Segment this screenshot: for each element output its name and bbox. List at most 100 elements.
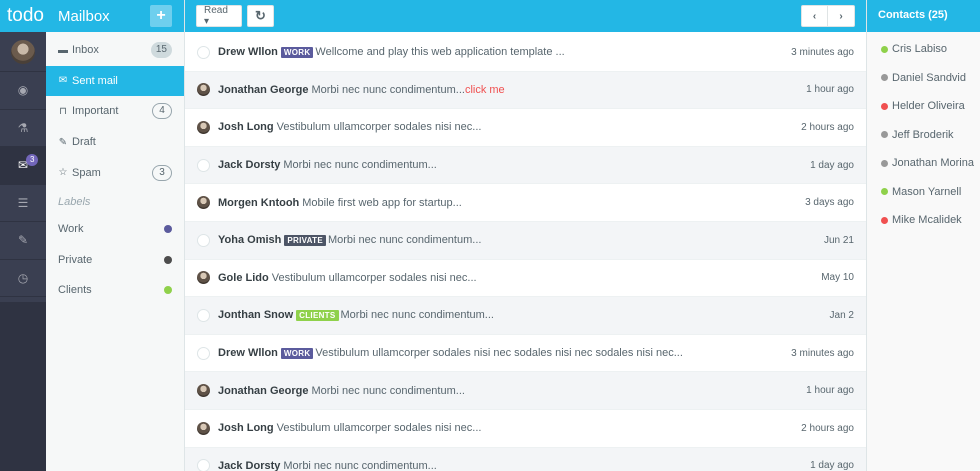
envelope-outline-icon: ✉	[58, 75, 68, 87]
status-dot	[881, 74, 888, 82]
mailbox-item-draft[interactable]: ✎ Draft	[46, 127, 184, 158]
contact-item[interactable]: Mason Yarnell	[867, 178, 980, 207]
pencil-icon: ✎	[17, 233, 29, 248]
sender-name: Jonathan George	[218, 384, 309, 397]
message-row[interactable]: Jack Dorsty Morbi nec nunc condimentum...…	[185, 447, 866, 471]
app-rail: todo ◉ ⚗ ✉ 3 ☰ ✎ ◷	[0, 0, 46, 471]
clock-icon: ◷	[17, 270, 29, 285]
message-row[interactable]: Jonthan Snow CLIENTS Morbi nec nunc condim…	[185, 297, 866, 335]
message-time: Jan 2	[829, 309, 854, 321]
label-color-dot	[164, 225, 172, 234]
rail-nav-item[interactable]: ◉	[0, 72, 46, 110]
list-icon: ☰	[17, 195, 29, 210]
contact-item[interactable]: Helder Oliveira	[867, 92, 980, 121]
message-row[interactable]: Jonathan George Morbi nec nunc condimentu…	[185, 71, 866, 110]
message-row[interactable]: Morgen Kntooh Mobile first web app for st…	[185, 184, 866, 222]
label-item-private[interactable]: Private	[46, 245, 184, 276]
sender-name: Gole Lido	[218, 271, 269, 284]
avatar	[197, 196, 210, 210]
refresh-icon: ↻	[255, 8, 266, 23]
mailbox-sidebar: Mailbox + ▬ Inbox 15 ✉ Sent mail ⊓ Important 4 ✎…	[46, 0, 185, 471]
avatar	[197, 83, 210, 97]
rail-nav-item[interactable]: ✉ 3	[0, 147, 46, 185]
count-badge: 3	[152, 164, 172, 181]
brand-logo[interactable]: todo	[0, 0, 46, 32]
label-item-work[interactable]: Work	[46, 214, 184, 245]
message-time: Jun 21	[823, 234, 854, 246]
contact-name: Helder Oliveira	[892, 100, 965, 113]
label-tag: WORK	[280, 46, 314, 58]
contact-item[interactable]: Cris Labiso	[867, 35, 980, 64]
read-filter-dropdown[interactable]: Read ▾	[196, 5, 242, 27]
message-time: 3 minutes ago	[791, 347, 854, 359]
mailbox-item-inbox[interactable]: ▬ Inbox 15	[46, 35, 184, 66]
message-preview: Vestibulum ullamcorper sodales nisi nec …	[315, 347, 683, 360]
prev-page-button[interactable]: ‹	[801, 5, 828, 27]
label-name: Private	[58, 253, 93, 266]
compose-button[interactable]: +	[150, 5, 172, 27]
message-time: 2 hours ago	[801, 121, 854, 133]
sender-name: Yoha Omish	[218, 234, 282, 247]
star-icon: ☆	[58, 167, 68, 179]
message-row[interactable]: Drew Wllon WORK Vestibulum ullamcorper sod…	[185, 334, 866, 373]
label-tag: PRIVATE	[284, 234, 326, 246]
label-item-clients[interactable]: Clients	[46, 275, 184, 306]
avatar	[197, 459, 210, 471]
rail-nav-item[interactable]: ◷	[0, 260, 46, 297]
next-page-button[interactable]: ›	[828, 5, 855, 27]
message-row[interactable]: Drew Wllon WORK Wellcome and play this web…	[185, 34, 866, 72]
message-time: 1 day ago	[810, 159, 854, 171]
rail-nav-item[interactable]: ✎	[0, 222, 46, 260]
message-preview: Morbi nec nunc condimentum...	[311, 83, 465, 96]
contacts-title: Contacts (25)	[867, 0, 980, 32]
mailbox-item-label: Draft	[72, 136, 96, 149]
message-preview: Mobile first web app for startup...	[302, 196, 462, 209]
chevron-right-icon: ›	[839, 10, 843, 22]
rail-nav-item[interactable]: ⚗	[0, 110, 46, 147]
bookmark-icon: ⊓	[59, 105, 67, 117]
message-link[interactable]: click me	[465, 84, 505, 96]
contact-name: Jonathan Morina	[892, 157, 974, 170]
message-time: 3 days ago	[805, 197, 854, 209]
message-preview: Wellcome and play this web application t…	[315, 46, 565, 59]
inbox-icon: ▬	[58, 44, 68, 56]
status-dot	[881, 216, 888, 224]
mailbox-item-spam[interactable]: ☆ Spam 3	[46, 157, 184, 188]
message-toolbar: Read ▾ ↻ ‹ ›	[185, 0, 866, 32]
message-row[interactable]: Josh Long Vestibulum ullamcorper sodales …	[185, 409, 866, 448]
message-row[interactable]: Gole Lido Vestibulum ullamcorper sodales …	[185, 259, 866, 298]
contact-item[interactable]: Daniel Sandvid	[867, 64, 980, 93]
sender-name: Jonthan Snow	[218, 309, 294, 322]
contact-item[interactable]: Jonathan Morina	[867, 149, 980, 178]
sender-name: Drew Wllon	[218, 46, 278, 59]
label-tag: WORK	[280, 347, 314, 359]
message-preview: Vestibulum ullamcorper sodales nisi nec.…	[276, 121, 482, 134]
rail-bottom	[0, 302, 46, 471]
message-time: 1 day ago	[810, 460, 854, 471]
avatar	[197, 346, 210, 360]
message-row[interactable]: Yoha Omish PRIVATE Morbi nec nunc condimen…	[185, 221, 866, 260]
message-panel: Read ▾ ↻ ‹ › Drew Wllon WORK Wellcome and …	[185, 0, 866, 471]
mailbox-item-label: Important	[72, 105, 119, 118]
user-avatar-wrap[interactable]	[0, 32, 46, 72]
refresh-button[interactable]: ↻	[247, 5, 274, 27]
message-row[interactable]: Josh Long Vestibulum ullamcorper sodales …	[185, 109, 866, 147]
chevron-left-icon: ‹	[812, 10, 817, 22]
avatar[interactable]	[11, 39, 35, 64]
mailbox-item-sent-mail[interactable]: ✉ Sent mail	[46, 65, 184, 97]
rail-nav-item[interactable]: ☰	[0, 185, 46, 222]
status-dot	[881, 45, 888, 53]
mailbox-item-label: Sent mail	[72, 74, 118, 87]
contact-name: Cris Labiso	[892, 43, 948, 56]
avatar	[197, 158, 210, 172]
contact-item[interactable]: Jeff Broderik	[867, 121, 980, 150]
label-name: Clients	[58, 284, 92, 297]
labels-heading: Labels	[58, 195, 91, 208]
message-time: May 10	[821, 272, 854, 284]
contact-name: Mike Mcalidek	[892, 214, 962, 227]
mailbox-item-important[interactable]: ⊓ Important 4	[46, 96, 184, 127]
message-row[interactable]: Jonathan George Morbi nec nunc condimentu…	[185, 372, 866, 410]
contact-item[interactable]: Mike Mcalidek	[867, 206, 980, 235]
avatar	[197, 384, 210, 398]
message-row[interactable]: Jack Dorsty Morbi nec nunc condimentum...…	[185, 146, 866, 185]
